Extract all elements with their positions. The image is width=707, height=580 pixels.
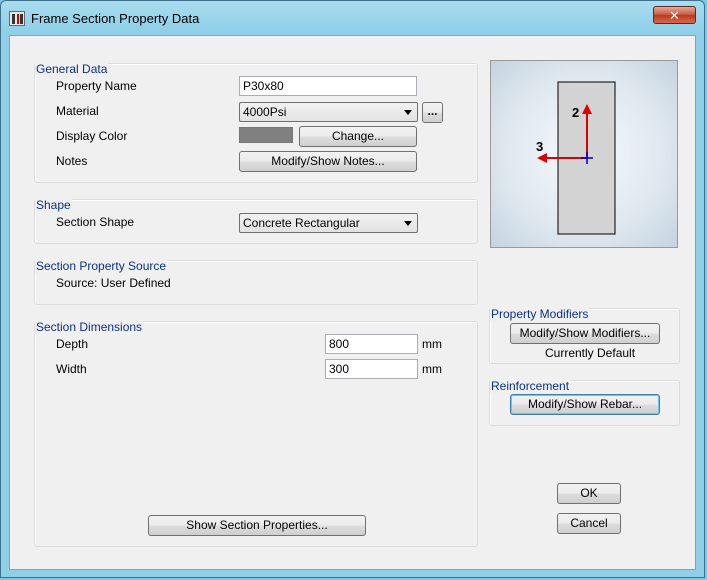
depth-unit: mm bbox=[422, 337, 442, 351]
chevron-down-icon bbox=[404, 221, 412, 226]
change-color-button[interactable]: Change... bbox=[299, 126, 417, 147]
notes-label: Notes bbox=[56, 154, 88, 168]
section-source-title: Section Property Source bbox=[35, 259, 168, 273]
dialog-body: General Data Property Name P30x80 Materi… bbox=[9, 35, 696, 570]
app-icon bbox=[9, 11, 25, 26]
modify-modifiers-button[interactable]: Modify/Show Modifiers... bbox=[510, 323, 660, 344]
axis-2-label: 2 bbox=[572, 105, 579, 120]
section-dimensions-group: Section Dimensions bbox=[34, 320, 478, 547]
section-shape-value: Concrete Rectangular bbox=[243, 216, 360, 230]
axis-3-arrowhead bbox=[537, 153, 547, 163]
property-name-input[interactable]: P30x80 bbox=[239, 76, 417, 96]
depth-input[interactable]: 800 bbox=[325, 334, 418, 354]
material-select[interactable]: 4000Psi bbox=[239, 102, 418, 122]
section-shape-label: Section Shape bbox=[56, 215, 135, 229]
property-modifiers-title: Property Modifiers bbox=[490, 307, 590, 321]
section-shape-select[interactable]: Concrete Rectangular bbox=[239, 213, 418, 233]
display-color-swatch[interactable] bbox=[239, 127, 293, 143]
window-title: Frame Section Property Data bbox=[31, 11, 200, 26]
close-button[interactable]: ✕ bbox=[653, 6, 696, 24]
general-data-title: General Data bbox=[35, 62, 109, 76]
section-preview-drawing: 2 3 bbox=[536, 81, 616, 235]
modifiers-status: Currently Default bbox=[545, 346, 636, 360]
reinforcement-title: Reinforcement bbox=[490, 379, 571, 393]
width-unit: mm bbox=[422, 362, 442, 376]
width-label: Width bbox=[56, 362, 87, 376]
material-more-button[interactable]: ... bbox=[422, 102, 443, 123]
show-section-properties-button[interactable]: Show Section Properties... bbox=[148, 515, 366, 536]
cancel-button[interactable]: Cancel bbox=[557, 513, 621, 534]
width-input[interactable]: 300 bbox=[325, 359, 418, 379]
close-icon: ✕ bbox=[669, 8, 680, 23]
display-color-label: Display Color bbox=[56, 129, 128, 143]
axis-3-label: 3 bbox=[536, 139, 543, 154]
section-preview: 2 3 bbox=[490, 60, 678, 248]
depth-label: Depth bbox=[56, 337, 89, 351]
chevron-down-icon bbox=[404, 110, 412, 115]
modify-notes-button[interactable]: Modify/Show Notes... bbox=[239, 151, 417, 172]
modify-rebar-button[interactable]: Modify/Show Rebar... bbox=[510, 394, 660, 415]
source-text: Source: User Defined bbox=[56, 276, 171, 290]
title-bar[interactable]: Frame Section Property Data ✕ bbox=[1, 1, 704, 35]
dialog-window: Frame Section Property Data ✕ General Da… bbox=[0, 0, 705, 578]
section-dimensions-title: Section Dimensions bbox=[35, 320, 144, 334]
shape-title: Shape bbox=[35, 198, 72, 212]
ok-button[interactable]: OK bbox=[557, 483, 621, 504]
material-label: Material bbox=[56, 104, 99, 118]
material-value: 4000Psi bbox=[243, 105, 287, 119]
property-name-label: Property Name bbox=[56, 79, 137, 93]
